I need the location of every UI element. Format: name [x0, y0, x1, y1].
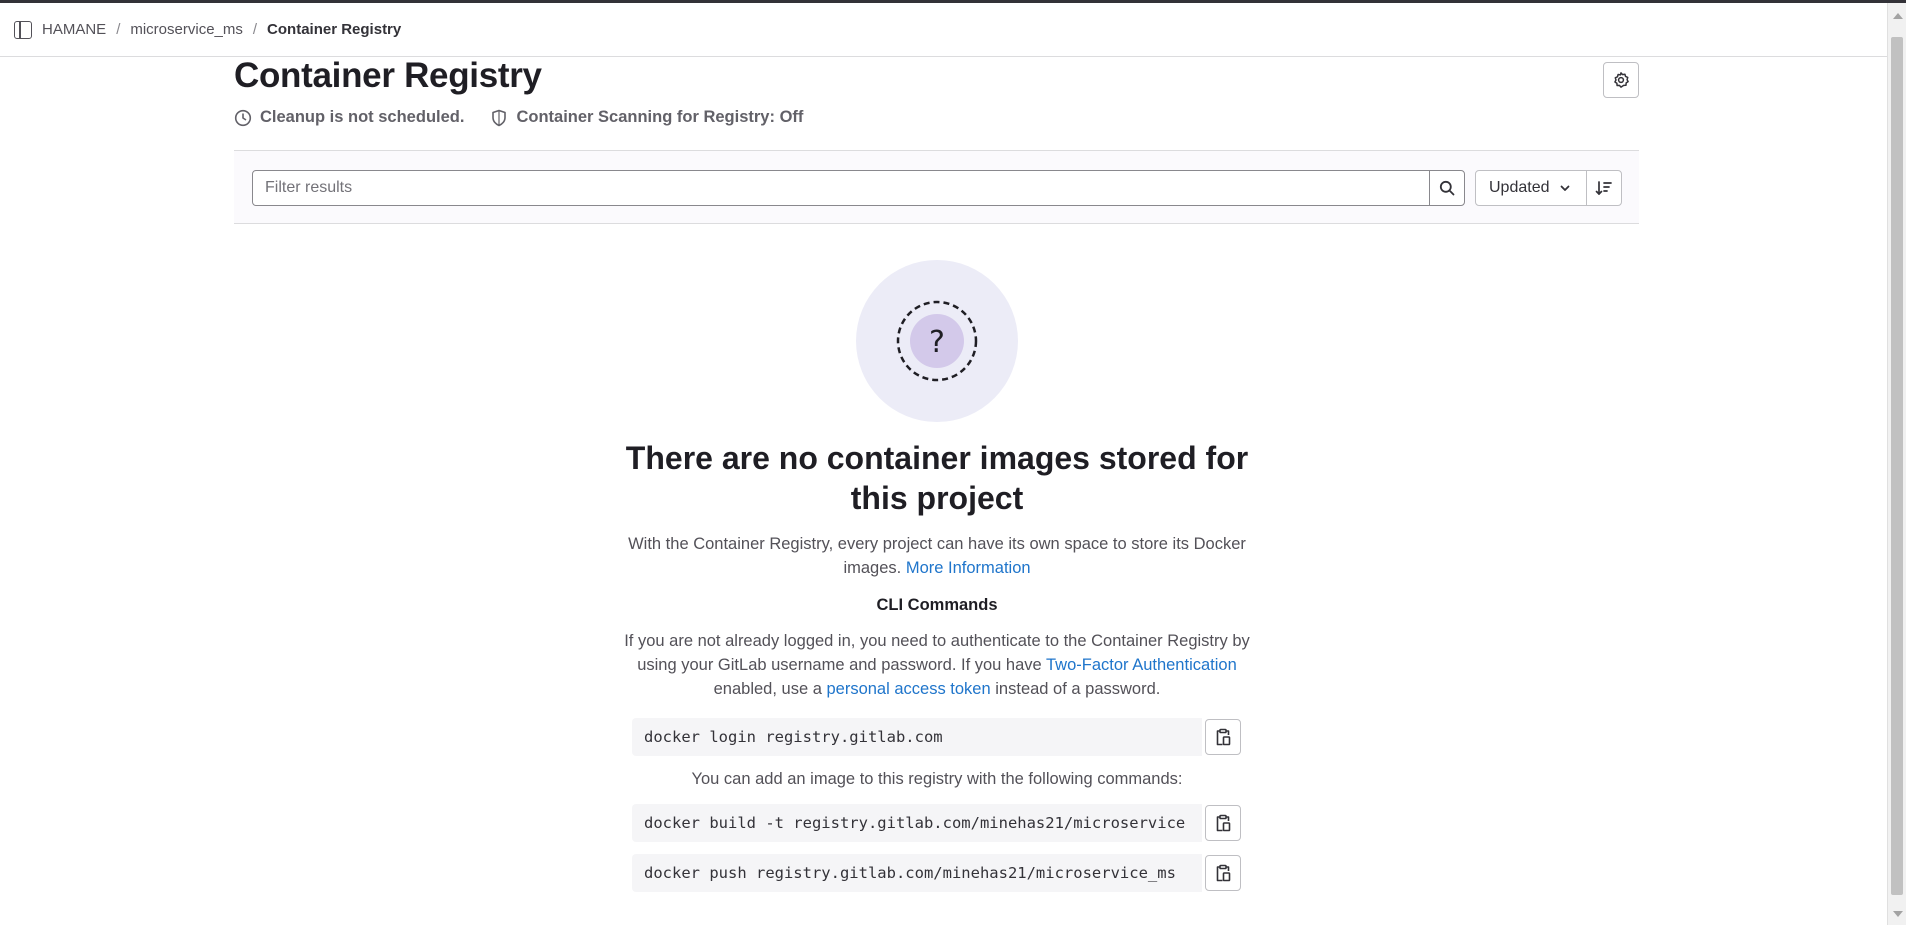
sort-dropdown-label: Updated	[1489, 179, 1550, 196]
copy-to-clipboard-icon	[1216, 864, 1231, 882]
chevron-down-icon	[1560, 185, 1569, 191]
breadcrumb-separator: /	[252, 21, 258, 38]
filter-input[interactable]	[252, 170, 1430, 206]
add-image-instructions: You can add an image to this registry wi…	[691, 770, 1183, 788]
empty-state-description: With the Container Registry, every proje…	[620, 532, 1254, 580]
scroll-down-arrow[interactable]	[1893, 911, 1903, 917]
settings-icon	[1614, 72, 1629, 88]
docker-login-command-text[interactable]: docker login registry.gitlab.com	[632, 718, 1202, 756]
two-factor-authentication-link[interactable]: Two-Factor Authentication	[1046, 656, 1237, 674]
copy-login-command-button[interactable]	[1205, 719, 1241, 755]
cli-commands-heading: CLI Commands	[876, 596, 998, 614]
copy-push-command-button[interactable]	[1205, 855, 1241, 891]
docker-login-command: docker login registry.gitlab.com	[632, 718, 1241, 756]
login-text-2: enabled, use a	[713, 680, 822, 698]
breadcrumb-item-current: Container Registry	[267, 21, 402, 38]
sort-lowest-icon	[1595, 181, 1612, 195]
search-button[interactable]	[1429, 170, 1465, 206]
copy-build-command-button[interactable]	[1205, 805, 1241, 841]
registry-settings-button[interactable]	[1603, 62, 1639, 98]
more-information-link[interactable]: More Information	[906, 559, 1031, 577]
personal-access-token-link[interactable]: personal access token	[826, 680, 990, 698]
page-title: Container Registry	[234, 56, 542, 95]
empty-state-illustration: ?	[856, 260, 1018, 422]
docker-push-command-text[interactable]: docker push registry.gitlab.com/minehas2…	[632, 854, 1202, 892]
shield-icon	[492, 109, 507, 126]
login-instructions: If you are not already logged in, you ne…	[620, 629, 1254, 701]
svg-text:?: ?	[929, 325, 945, 360]
breadcrumb-separator: /	[116, 21, 121, 38]
breadcrumb-item-project[interactable]: microservice_ms	[130, 21, 243, 38]
filter-bar: Updated	[234, 150, 1639, 224]
copy-to-clipboard-icon	[1216, 814, 1231, 832]
scrollbar[interactable]	[1887, 3, 1906, 925]
scroll-thumb[interactable]	[1891, 37, 1903, 895]
search-icon	[1439, 180, 1455, 196]
login-text-3: instead of a password.	[995, 680, 1161, 698]
sort-direction-button[interactable]	[1586, 170, 1622, 206]
docker-build-command: docker build -t registry.gitlab.com/mine…	[632, 804, 1241, 842]
sort-dropdown[interactable]: Updated	[1475, 170, 1587, 206]
empty-state-title: There are no container images stored for…	[625, 440, 1249, 516]
scanning-status: Container Scanning for Registry: Off	[490, 108, 803, 127]
cleanup-status: Cleanup is not scheduled.	[234, 108, 464, 127]
docker-push-command: docker push registry.gitlab.com/minehas2…	[632, 854, 1241, 892]
copy-to-clipboard-icon	[1216, 728, 1231, 746]
scanning-status-text: Container Scanning for Registry: Off	[516, 108, 804, 126]
sidebar-toggle-icon[interactable]	[14, 20, 32, 39]
registry-meta: Cleanup is not scheduled. Container Scan…	[234, 108, 829, 127]
scroll-up-arrow[interactable]	[1893, 13, 1903, 19]
docker-build-command-text[interactable]: docker build -t registry.gitlab.com/mine…	[632, 804, 1202, 842]
breadcrumb-item-group[interactable]: HAMANE	[42, 21, 106, 38]
clock-icon	[234, 109, 252, 126]
cleanup-status-text: Cleanup is not scheduled.	[260, 108, 465, 126]
breadcrumb: HAMANE / microservice_ms / Container Reg…	[0, 3, 1887, 57]
